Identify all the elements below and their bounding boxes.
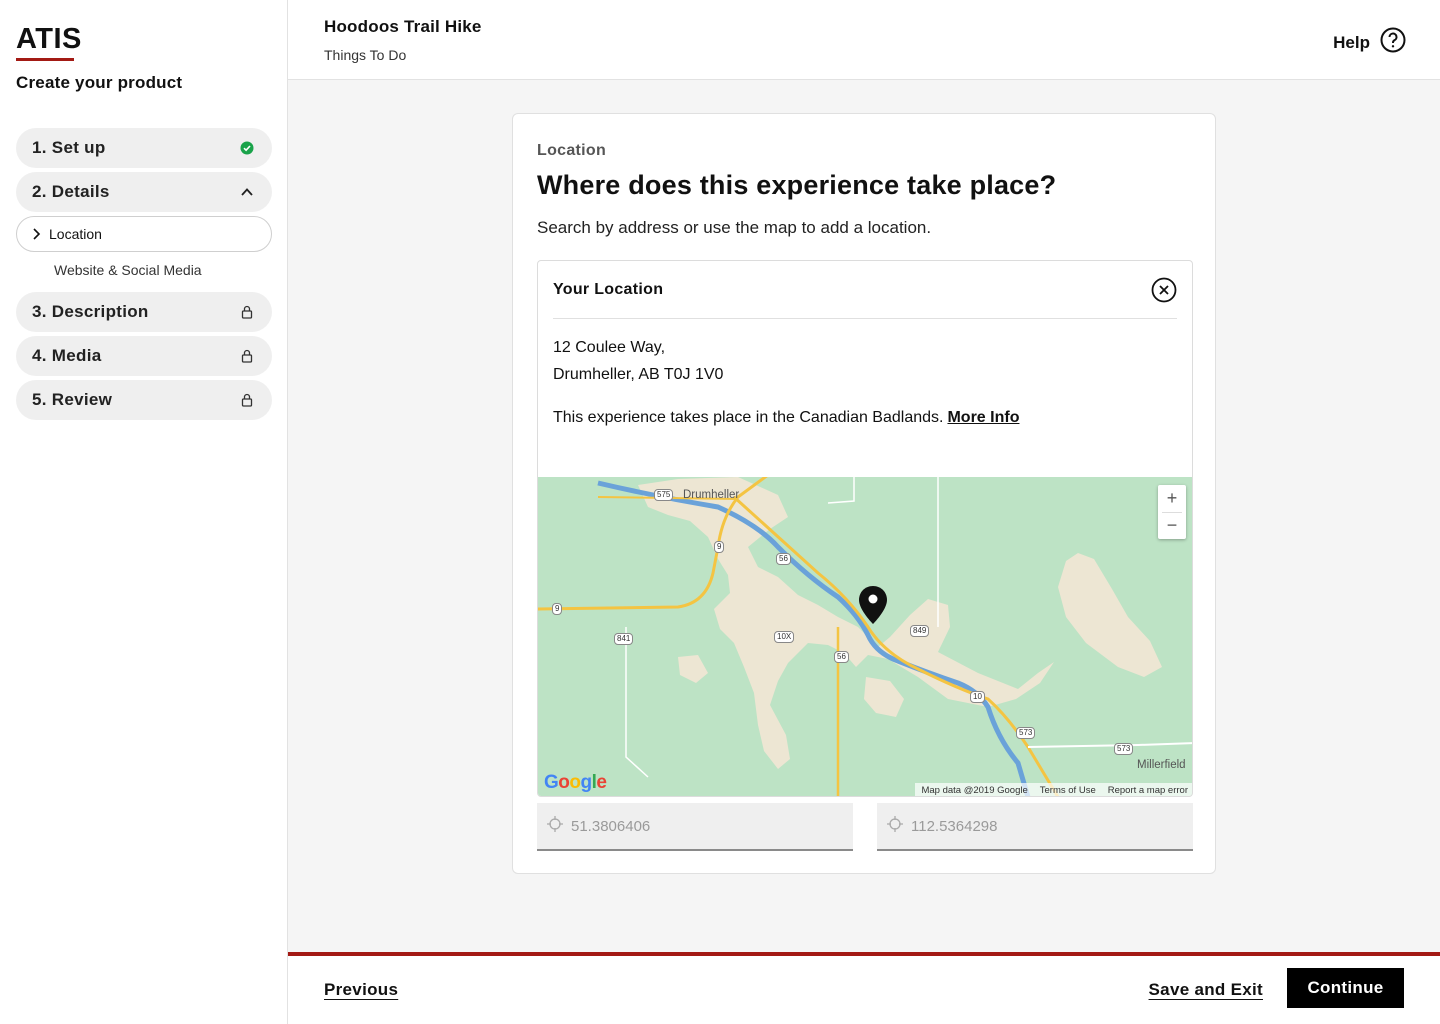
step-label: 3. Description bbox=[32, 302, 149, 321]
crosshair-icon bbox=[547, 816, 563, 836]
location-box: Your Location 12 Coulee Way, Drumheller,… bbox=[537, 260, 1193, 797]
report-error-link[interactable]: Report a map error bbox=[1108, 785, 1188, 796]
substep-website-social[interactable]: Website & Social Media bbox=[54, 262, 202, 278]
google-logo: Google bbox=[544, 772, 607, 793]
highway-shield: 573 bbox=[1114, 743, 1134, 755]
longitude-field[interactable]: 112.5364298 bbox=[877, 803, 1193, 851]
location-card: Location Where does this experience take… bbox=[512, 113, 1216, 874]
highway-shield: 9 bbox=[552, 603, 563, 615]
address-line-2: Drumheller, AB T0J 1V0 bbox=[553, 366, 724, 383]
help-icon bbox=[1380, 27, 1406, 58]
region-text: This experience takes place in the Canad… bbox=[553, 409, 1019, 427]
highway-shield: 849 bbox=[910, 625, 930, 637]
map-town-label: Drumheller bbox=[683, 489, 740, 501]
highway-shield: 575 bbox=[654, 489, 674, 501]
highway-shield: 841 bbox=[614, 633, 634, 645]
latitude-value: 51.3806406 bbox=[571, 817, 651, 835]
step-review[interactable]: 5. Review bbox=[16, 380, 272, 420]
close-circle-icon bbox=[1151, 277, 1177, 302]
step-label: 4. Media bbox=[32, 346, 102, 365]
address-line-1: 12 Coulee Way, bbox=[553, 339, 666, 356]
zoom-out-button[interactable]: − bbox=[1158, 512, 1186, 539]
logo: ATIS bbox=[16, 23, 82, 55]
location-heading: Your Location bbox=[553, 280, 664, 298]
region-description: This experience takes place in the Canad… bbox=[553, 409, 944, 426]
step-label: 2. Details bbox=[32, 182, 110, 201]
map-attribution: Map data @2019 Google Terms of Use Repor… bbox=[915, 783, 1192, 796]
card-description: Search by address or use the map to add … bbox=[537, 218, 932, 237]
highway-shield: 56 bbox=[834, 651, 849, 663]
logo-underline bbox=[16, 58, 74, 61]
map-terrain bbox=[538, 477, 1192, 796]
highway-shield: 9 bbox=[714, 541, 725, 553]
highway-shield: 573 bbox=[1016, 727, 1036, 739]
product-title: Hoodoos Trail Hike bbox=[324, 17, 482, 36]
map-pin-icon[interactable] bbox=[858, 585, 888, 630]
product-category: Things To Do bbox=[324, 47, 407, 63]
terms-link[interactable]: Terms of Use bbox=[1040, 785, 1096, 796]
help-button[interactable]: Help bbox=[1333, 27, 1406, 58]
latitude-field[interactable]: 51.3806406 bbox=[537, 803, 853, 851]
section-label: Location bbox=[537, 142, 607, 159]
lock-icon bbox=[238, 347, 256, 365]
help-label: Help bbox=[1333, 32, 1370, 52]
step-setup[interactable]: 1. Set up bbox=[16, 128, 272, 168]
substep-label: Location bbox=[49, 226, 102, 242]
crosshair-icon bbox=[887, 816, 903, 836]
longitude-value: 112.5364298 bbox=[911, 817, 998, 835]
lock-icon bbox=[238, 391, 256, 409]
clear-location-button[interactable] bbox=[1151, 277, 1177, 303]
header: Hoodoos Trail Hike Things To Do Help bbox=[288, 0, 1440, 80]
step-description[interactable]: 3. Description bbox=[16, 292, 272, 332]
sidebar: ATIS Create your product 1. Set up 2. De… bbox=[0, 0, 288, 1024]
substep-location[interactable]: Location bbox=[16, 216, 272, 252]
highway-shield: 10 bbox=[970, 691, 985, 703]
location-box-header: Your Location bbox=[553, 261, 1177, 319]
check-circle-icon bbox=[238, 139, 256, 157]
chevron-up-icon bbox=[238, 183, 256, 201]
card-title: Where does this experience take place? bbox=[537, 170, 1057, 200]
map-town-label: Millerfield bbox=[1137, 759, 1186, 771]
footer-bar: Previous Save and Exit Continue bbox=[288, 952, 1440, 1024]
previous-button[interactable]: Previous bbox=[324, 980, 398, 1000]
step-label: 1. Set up bbox=[32, 138, 106, 157]
zoom-in-button[interactable]: + bbox=[1158, 485, 1186, 512]
save-and-exit-button[interactable]: Save and Exit bbox=[1149, 980, 1263, 1000]
chevron-right-icon bbox=[31, 228, 41, 240]
map-zoom-control: + − bbox=[1158, 485, 1186, 539]
step-details[interactable]: 2. Details bbox=[16, 172, 272, 212]
more-info-link[interactable]: More Info bbox=[947, 409, 1019, 426]
sidebar-subtitle: Create your product bbox=[16, 73, 183, 92]
highway-shield: 10X bbox=[774, 631, 795, 643]
step-media[interactable]: 4. Media bbox=[16, 336, 272, 376]
continue-button[interactable]: Continue bbox=[1287, 968, 1404, 1008]
step-label: 5. Review bbox=[32, 390, 113, 409]
highway-shield: 56 bbox=[776, 553, 791, 565]
map[interactable]: Drumheller Millerfield 575 9 56 9 841 10… bbox=[538, 477, 1192, 796]
lock-icon bbox=[238, 303, 256, 321]
zoom-divider bbox=[1162, 512, 1182, 513]
map-data-text: Map data @2019 Google bbox=[921, 784, 1028, 796]
